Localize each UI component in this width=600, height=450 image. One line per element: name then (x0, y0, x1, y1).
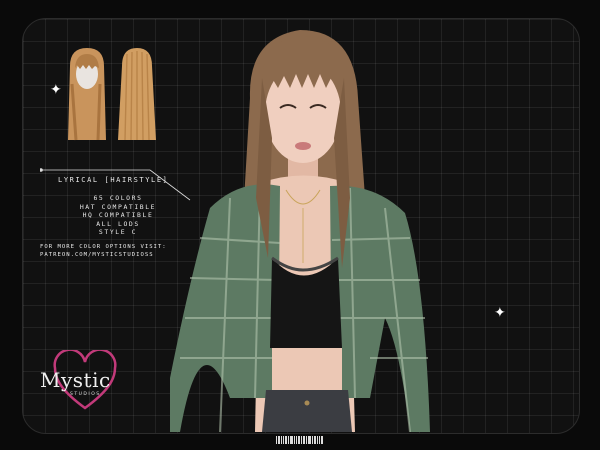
spec-line: 65 COLORS (93, 194, 143, 202)
patreon-link[interactable]: PATREON.COM/MYSTICSTUDIOSS (40, 251, 167, 259)
more-colors-text: FOR MORE COLOR OPTIONS VISIT: (40, 244, 167, 250)
sparkle-icon: ✦ (50, 82, 62, 98)
model-illustration (170, 30, 430, 432)
spec-line: HAT COMPATIBLE (79, 202, 157, 211)
barcode-icon (276, 436, 323, 444)
product-specs: 65 COLORS HAT COMPATIBLE HQ COMPATIBLE A… (58, 194, 178, 237)
spec-line: STYLE C (98, 228, 138, 237)
mystic-studios-logo: Mystic STUDIOS (28, 350, 138, 420)
brand-subtitle: STUDIOS (70, 392, 101, 397)
hair-back-thumbnail (118, 48, 156, 141)
brand-name: Mystic (40, 368, 111, 392)
sparkle-icon: ✦ (494, 305, 506, 321)
hair-front-thumbnail (68, 48, 106, 141)
spec-line: HQ COMPATIBLE (82, 211, 154, 220)
more-colors-info: FOR MORE COLOR OPTIONS VISIT: PATREON.CO… (40, 243, 167, 259)
spec-line: ALL LODS (96, 219, 140, 228)
